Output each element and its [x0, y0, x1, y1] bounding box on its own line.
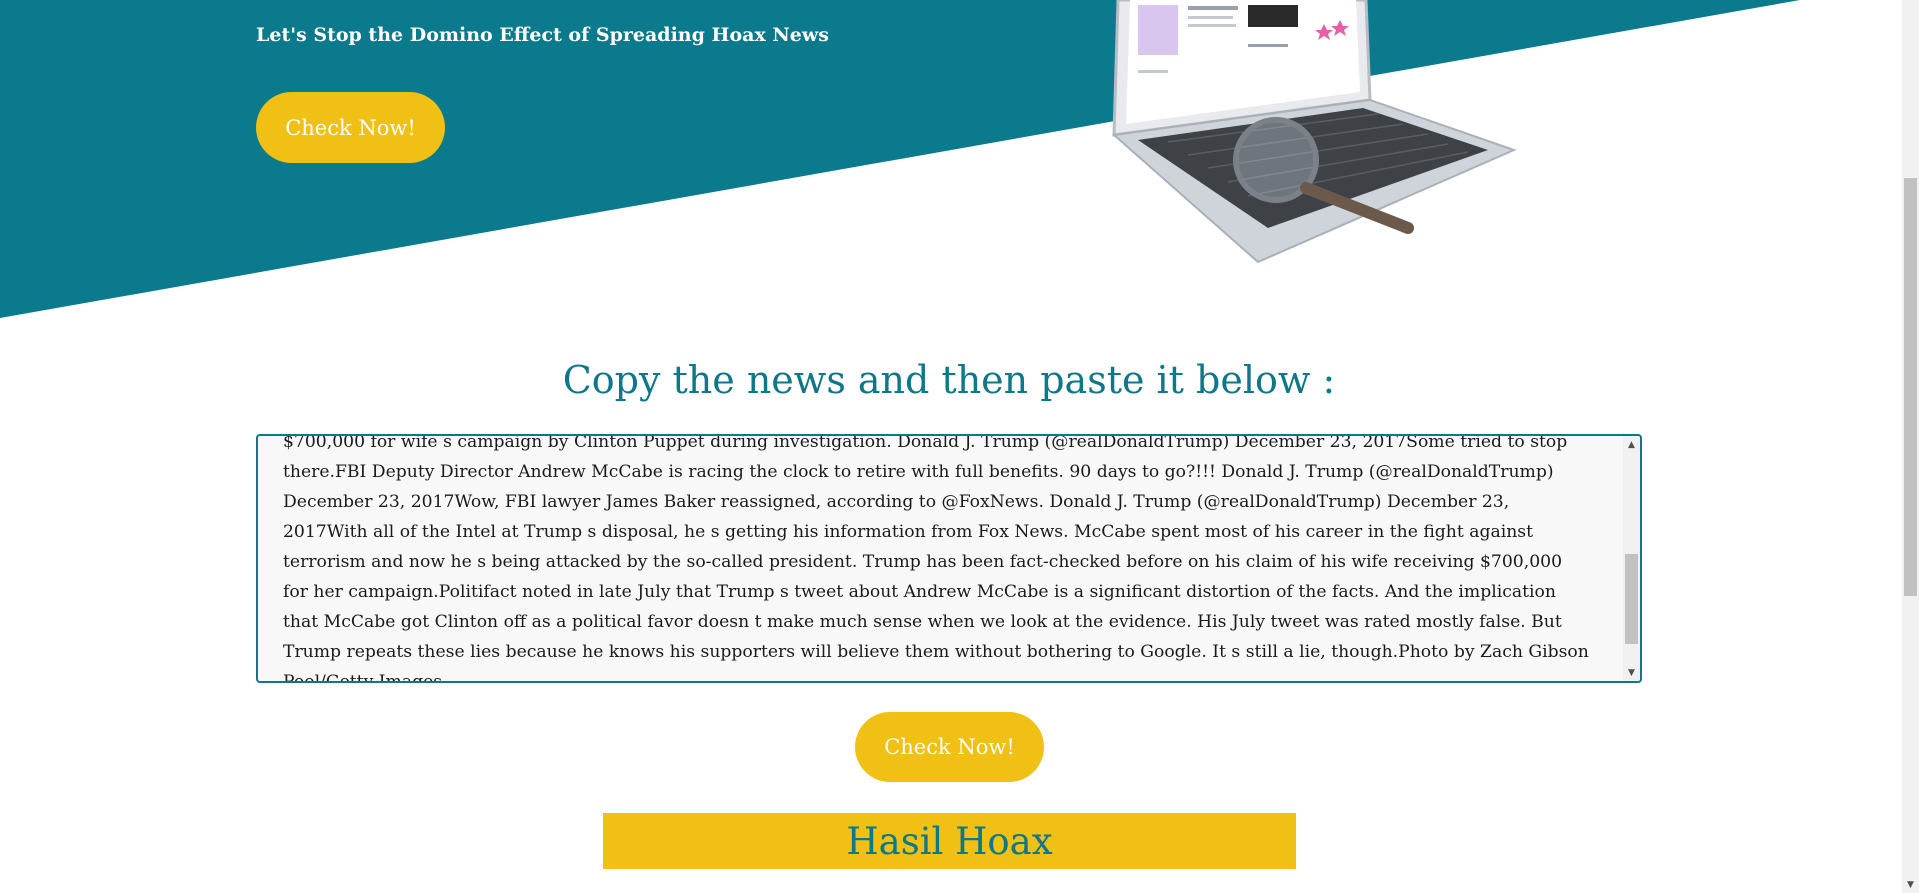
hero-tagline: Let's Stop the Domino Effect of Spreadin…	[256, 24, 829, 46]
chevron-down-icon[interactable]: ▼	[1902, 876, 1919, 893]
laptop-magnifier-illustration	[1111, 0, 1517, 264]
hero-check-now-button[interactable]: Check Now!	[256, 92, 445, 163]
textarea-scroll-thumb[interactable]	[1625, 554, 1638, 644]
section-title: Copy the news and then paste it below :	[562, 358, 1336, 402]
news-textarea[interactable]: $700,000 for wife s campaign by Clinton …	[256, 434, 1642, 683]
news-textarea-content[interactable]: $700,000 for wife s campaign by Clinton …	[283, 436, 1603, 681]
result-title: Hasil Hoax	[603, 813, 1296, 869]
check-now-button[interactable]: Check Now!	[855, 712, 1044, 782]
chevron-down-icon[interactable]: ▼	[1623, 664, 1640, 681]
page-scroll-thumb[interactable]	[1904, 178, 1917, 596]
page-scrollbar[interactable]: ▼	[1902, 0, 1919, 893]
chevron-up-icon[interactable]: ▲	[1623, 436, 1640, 453]
hero-banner	[0, 0, 1800, 318]
textarea-scrollbar[interactable]: ▲ ▼	[1623, 436, 1640, 681]
